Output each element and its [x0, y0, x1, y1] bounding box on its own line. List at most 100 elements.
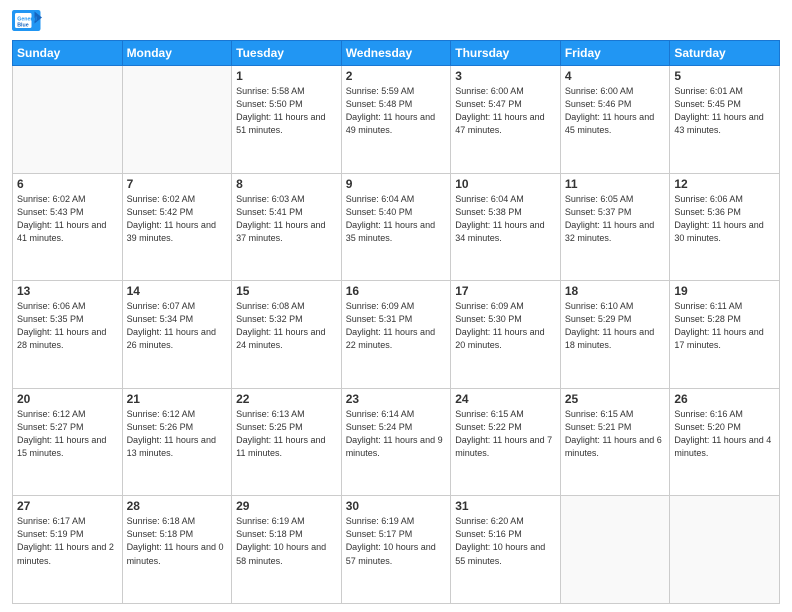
weekday-header-tuesday: Tuesday [232, 41, 342, 66]
day-number: 7 [127, 177, 228, 191]
day-number: 3 [455, 69, 556, 83]
logo: General Blue [12, 10, 42, 34]
day-number: 25 [565, 392, 666, 406]
day-info: Sunrise: 6:10 AM Sunset: 5:29 PM Dayligh… [565, 300, 666, 352]
day-info: Sunrise: 6:03 AM Sunset: 5:41 PM Dayligh… [236, 193, 337, 245]
day-number: 2 [346, 69, 447, 83]
calendar-cell: 18 Sunrise: 6:10 AM Sunset: 5:29 PM Dayli… [560, 281, 670, 389]
calendar-cell: 29Sunrise: 6:19 AM Sunset: 5:18 PM Dayli… [232, 496, 342, 604]
calendar-cell: 28 Sunrise: 6:18 AM Sunset: 5:18 PM Dayli… [122, 496, 232, 604]
day-info: Sunrise: 6:06 AM Sunset: 5:35 PM Dayligh… [17, 300, 118, 352]
svg-text:General: General [17, 17, 37, 23]
calendar-cell: 19Sunrise: 6:11 AM Sunset: 5:28 PM Dayli… [670, 281, 780, 389]
day-number: 18 [565, 284, 666, 298]
calendar-cell: 3 Sunrise: 6:00 AM Sunset: 5:47 PM Daylig… [451, 66, 561, 174]
calendar-cell: 2 Sunrise: 5:59 AM Sunset: 5:48 PM Daylig… [341, 66, 451, 174]
calendar-cell: 16 Sunrise: 6:09 AM Sunset: 5:31 PM Dayli… [341, 281, 451, 389]
day-number: 28 [127, 499, 228, 513]
calendar-week-1: 1 Sunrise: 5:58 AM Sunset: 5:50 PM Daylig… [13, 66, 780, 174]
day-number: 17 [455, 284, 556, 298]
day-number: 11 [565, 177, 666, 191]
day-number: 21 [127, 392, 228, 406]
day-number: 4 [565, 69, 666, 83]
weekday-header-wednesday: Wednesday [341, 41, 451, 66]
day-number: 14 [127, 284, 228, 298]
calendar-cell: 21 Sunrise: 6:12 AM Sunset: 5:26 PM Dayli… [122, 388, 232, 496]
day-number: 26 [674, 392, 775, 406]
calendar-week-4: 20 Sunrise: 6:12 AM Sunset: 5:27 PM Dayli… [13, 388, 780, 496]
day-number: 22 [236, 392, 337, 406]
calendar-cell: 13Sunrise: 6:06 AM Sunset: 5:35 PM Dayli… [13, 281, 123, 389]
calendar-cell [670, 496, 780, 604]
day-info: Sunrise: 6:15 AM Sunset: 5:22 PM Dayligh… [455, 408, 556, 460]
day-number: 20 [17, 392, 118, 406]
svg-text:Blue: Blue [17, 23, 28, 29]
day-number: 6 [17, 177, 118, 191]
day-info: Sunrise: 6:14 AM Sunset: 5:24 PM Dayligh… [346, 408, 447, 460]
calendar-week-2: 6 Sunrise: 6:02 AM Sunset: 5:43 PM Daylig… [13, 173, 780, 281]
day-info: Sunrise: 6:08 AM Sunset: 5:32 PM Dayligh… [236, 300, 337, 352]
day-number: 9 [346, 177, 447, 191]
calendar-week-3: 13Sunrise: 6:06 AM Sunset: 5:35 PM Dayli… [13, 281, 780, 389]
day-info: Sunrise: 5:59 AM Sunset: 5:48 PM Dayligh… [346, 85, 447, 137]
day-number: 15 [236, 284, 337, 298]
day-info: Sunrise: 6:02 AM Sunset: 5:43 PM Dayligh… [17, 193, 118, 245]
day-info: Sunrise: 6:09 AM Sunset: 5:30 PM Dayligh… [455, 300, 556, 352]
calendar-cell: 31 Sunrise: 6:20 AM Sunset: 5:16 PM Dayli… [451, 496, 561, 604]
calendar-cell [122, 66, 232, 174]
day-info: Sunrise: 6:01 AM Sunset: 5:45 PM Dayligh… [674, 85, 775, 137]
calendar-cell [13, 66, 123, 174]
calendar-cell: 25 Sunrise: 6:15 AM Sunset: 5:21 PM Dayli… [560, 388, 670, 496]
weekday-header-sunday: Sunday [13, 41, 123, 66]
day-info: Sunrise: 6:12 AM Sunset: 5:27 PM Dayligh… [17, 408, 118, 460]
calendar-cell: 17 Sunrise: 6:09 AM Sunset: 5:30 PM Dayli… [451, 281, 561, 389]
weekday-header-friday: Friday [560, 41, 670, 66]
day-number: 31 [455, 499, 556, 513]
day-info: Sunrise: 6:04 AM Sunset: 5:40 PM Dayligh… [346, 193, 447, 245]
calendar-cell: 12Sunrise: 6:06 AM Sunset: 5:36 PM Dayli… [670, 173, 780, 281]
calendar-cell: 22 Sunrise: 6:13 AM Sunset: 5:25 PM Dayli… [232, 388, 342, 496]
day-number: 8 [236, 177, 337, 191]
day-info: Sunrise: 5:58 AM Sunset: 5:50 PM Dayligh… [236, 85, 337, 137]
calendar-cell: 1 Sunrise: 5:58 AM Sunset: 5:50 PM Daylig… [232, 66, 342, 174]
weekday-header-monday: Monday [122, 41, 232, 66]
day-number: 23 [346, 392, 447, 406]
day-info: Sunrise: 6:04 AM Sunset: 5:38 PM Dayligh… [455, 193, 556, 245]
day-info: Sunrise: 6:13 AM Sunset: 5:25 PM Dayligh… [236, 408, 337, 460]
day-number: 29 [236, 499, 337, 513]
day-number: 30 [346, 499, 447, 513]
calendar-cell: 20 Sunrise: 6:12 AM Sunset: 5:27 PM Dayli… [13, 388, 123, 496]
day-info: Sunrise: 6:07 AM Sunset: 5:34 PM Dayligh… [127, 300, 228, 352]
day-info: Sunrise: 6:17 AM Sunset: 5:19 PM Dayligh… [17, 515, 118, 567]
day-number: 16 [346, 284, 447, 298]
day-info: Sunrise: 6:18 AM Sunset: 5:18 PM Dayligh… [127, 515, 228, 567]
calendar-cell: 10Sunrise: 6:04 AM Sunset: 5:38 PM Dayli… [451, 173, 561, 281]
calendar-cell: 30Sunrise: 6:19 AM Sunset: 5:17 PM Dayli… [341, 496, 451, 604]
calendar-cell: 6 Sunrise: 6:02 AM Sunset: 5:43 PM Daylig… [13, 173, 123, 281]
page: General Blue SundayMondayTuesdayWednesda… [0, 0, 792, 612]
calendar-cell: 14 Sunrise: 6:07 AM Sunset: 5:34 PM Dayli… [122, 281, 232, 389]
logo-icon: General Blue [12, 10, 42, 34]
calendar-cell [560, 496, 670, 604]
day-number: 5 [674, 69, 775, 83]
calendar-cell: 4Sunrise: 6:00 AM Sunset: 5:46 PM Daylig… [560, 66, 670, 174]
day-info: Sunrise: 6:09 AM Sunset: 5:31 PM Dayligh… [346, 300, 447, 352]
day-number: 27 [17, 499, 118, 513]
header: General Blue [12, 10, 780, 34]
calendar-cell: 26Sunrise: 6:16 AM Sunset: 5:20 PM Dayli… [670, 388, 780, 496]
day-number: 24 [455, 392, 556, 406]
day-info: Sunrise: 6:00 AM Sunset: 5:47 PM Dayligh… [455, 85, 556, 137]
day-info: Sunrise: 6:12 AM Sunset: 5:26 PM Dayligh… [127, 408, 228, 460]
day-number: 1 [236, 69, 337, 83]
day-info: Sunrise: 6:15 AM Sunset: 5:21 PM Dayligh… [565, 408, 666, 460]
calendar-cell: 9 Sunrise: 6:04 AM Sunset: 5:40 PM Daylig… [341, 173, 451, 281]
calendar-cell: 23 Sunrise: 6:14 AM Sunset: 5:24 PM Dayli… [341, 388, 451, 496]
weekday-header-thursday: Thursday [451, 41, 561, 66]
weekday-header-row: SundayMondayTuesdayWednesdayThursdayFrid… [13, 41, 780, 66]
calendar-cell: 8 Sunrise: 6:03 AM Sunset: 5:41 PM Daylig… [232, 173, 342, 281]
weekday-header-saturday: Saturday [670, 41, 780, 66]
day-number: 12 [674, 177, 775, 191]
calendar-cell: 15 Sunrise: 6:08 AM Sunset: 5:32 PM Dayli… [232, 281, 342, 389]
day-info: Sunrise: 6:20 AM Sunset: 5:16 PM Dayligh… [455, 515, 556, 567]
calendar-cell: 7Sunrise: 6:02 AM Sunset: 5:42 PM Daylig… [122, 173, 232, 281]
